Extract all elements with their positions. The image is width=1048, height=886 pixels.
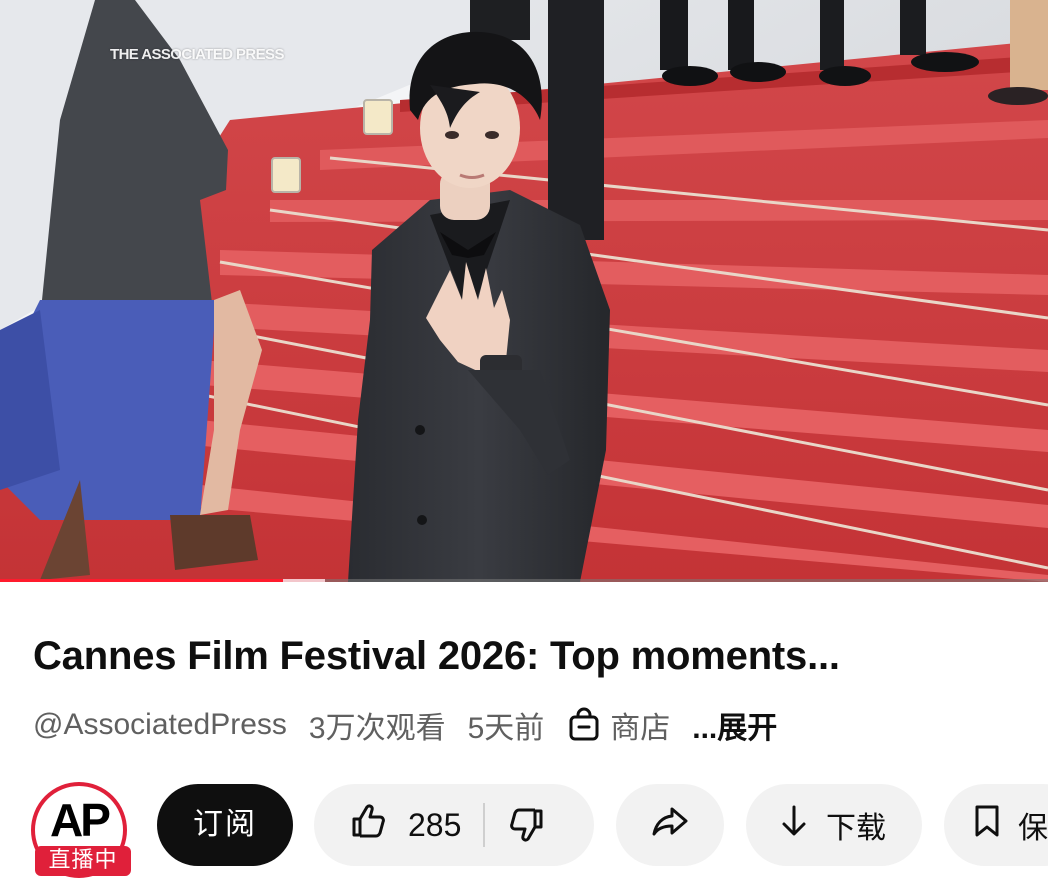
channel-avatar[interactable]: AP 直播中	[29, 782, 137, 878]
video-title[interactable]: Cannes Film Festival 2026: Top moments..…	[33, 632, 840, 680]
download-label: 下载	[826, 812, 886, 845]
video-metadata-row[interactable]: @AssociatedPress 3万次观看 5天前 商店 ...展开	[33, 703, 777, 747]
live-badge: 直播中	[35, 846, 131, 876]
like-divider	[483, 803, 486, 847]
video-frame-scene	[0, 0, 1048, 582]
download-arrow-icon	[776, 801, 812, 849]
like-dislike-group: 285	[314, 784, 594, 866]
progress-played	[0, 579, 283, 582]
download-button[interactable]: 下载	[746, 784, 922, 866]
subscribe-button[interactable]: 订阅	[157, 784, 293, 866]
view-count: 3万次观看	[308, 712, 446, 745]
ap-logo: AP	[50, 794, 111, 846]
video-info-panel: Cannes Film Festival 2026: Top moments..…	[0, 584, 1048, 886]
like-count[interactable]: 285	[408, 807, 461, 844]
shopping-bag-icon	[569, 707, 599, 741]
thumb-down-icon[interactable]	[507, 805, 547, 845]
video-watch-page: THE ASSOCIATED PRESS Cannes Film Festiva…	[0, 0, 1048, 886]
video-progress-bar[interactable]	[0, 579, 1048, 582]
bookmark-icon	[970, 801, 1004, 849]
progress-buffered	[282, 579, 325, 582]
store-link[interactable]: 商店	[566, 703, 670, 747]
expand-description-button[interactable]: ...展开	[692, 703, 777, 747]
save-button[interactable]: 保	[944, 784, 1048, 866]
store-label: 商店	[610, 712, 671, 745]
share-button[interactable]	[616, 784, 724, 866]
action-row: AP 直播中 订阅 285 下载 保	[0, 782, 1048, 878]
video-watermark: THE ASSOCIATED PRESS	[110, 46, 284, 63]
upload-age: 5天前	[467, 712, 545, 745]
thumb-up-icon[interactable]	[348, 801, 388, 849]
channel-handle[interactable]: @AssociatedPress	[33, 708, 287, 742]
save-label: 保	[1018, 812, 1048, 845]
share-arrow-icon	[650, 801, 690, 849]
video-player[interactable]: THE ASSOCIATED PRESS	[0, 0, 1048, 582]
